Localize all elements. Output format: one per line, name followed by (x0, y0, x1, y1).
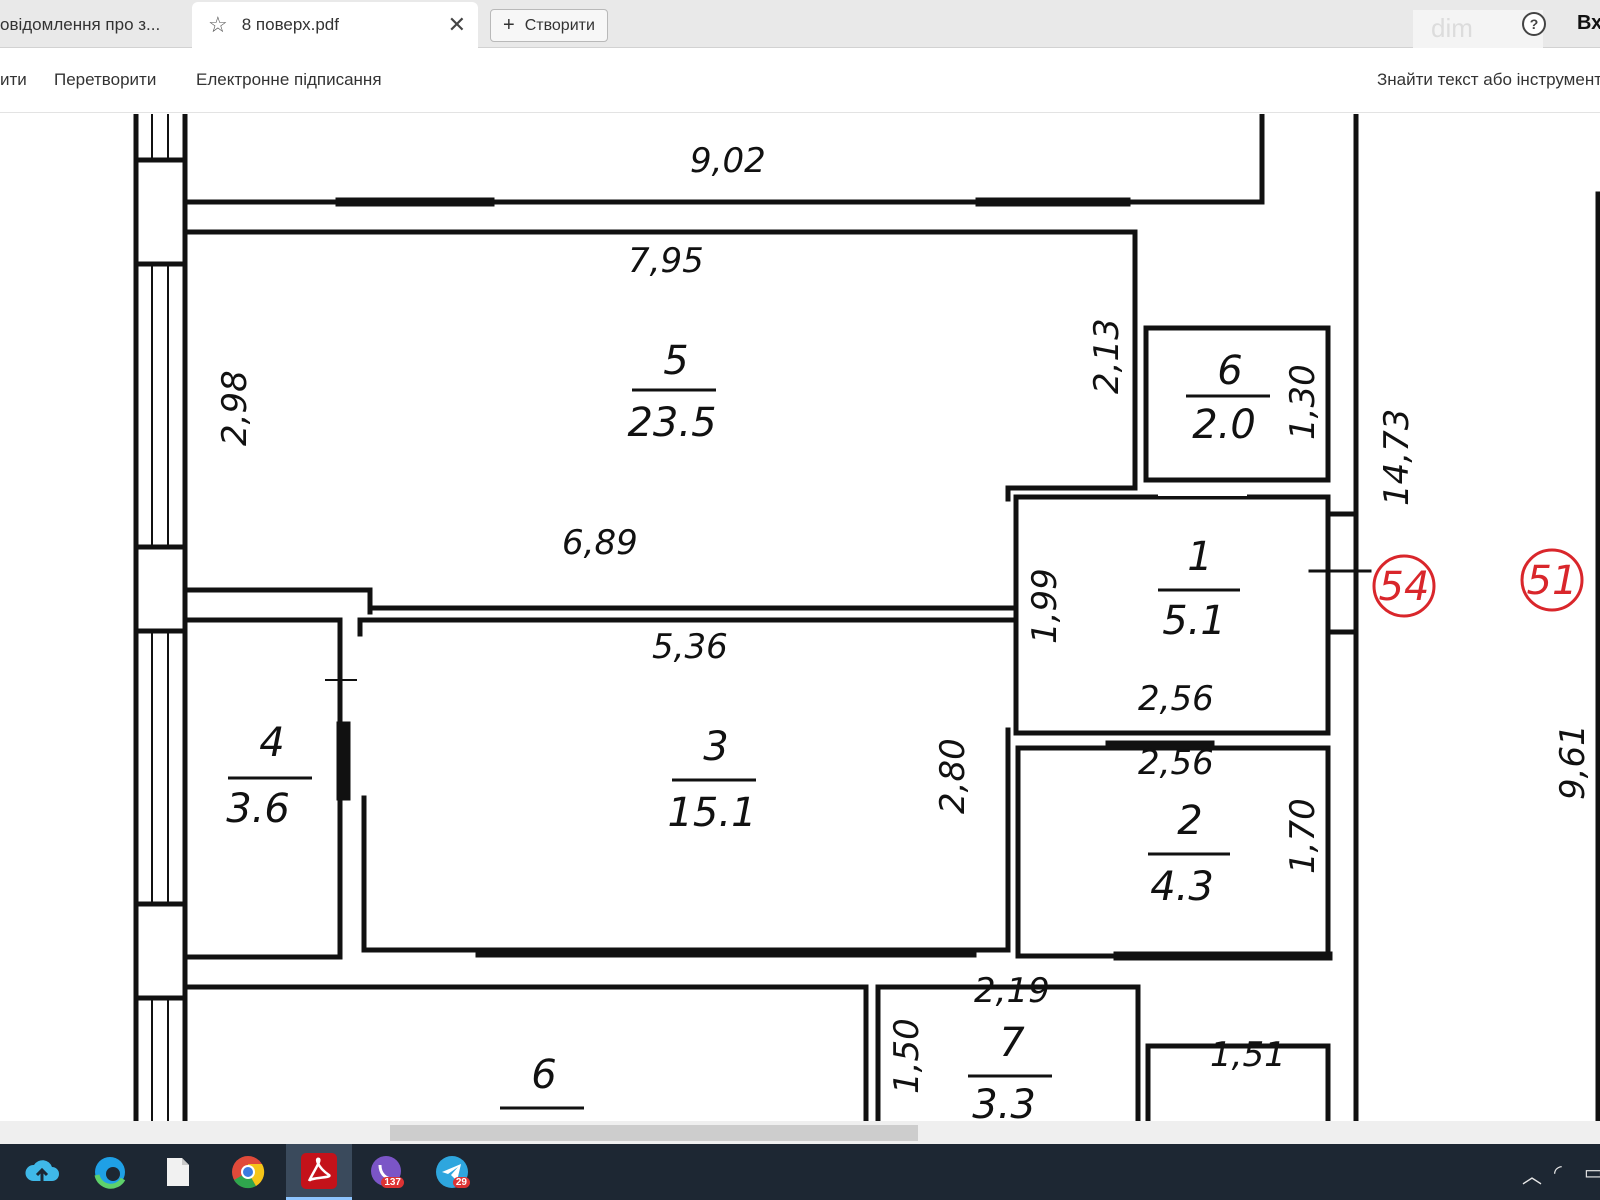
star-icon[interactable]: ☆ (208, 12, 228, 38)
chrome-icon[interactable] (228, 1152, 268, 1192)
keyboard-icon[interactable]: ▭ (1584, 1160, 1600, 1185)
room5-number: 5 (663, 338, 688, 384)
room6-number: 6 (1217, 348, 1242, 394)
signin-button[interactable]: Вх (1577, 12, 1600, 35)
toolbar-item-edit[interactable]: ити (0, 70, 27, 90)
telegram-icon[interactable]: 29 (432, 1152, 472, 1192)
room1-number: 1 (1187, 534, 1212, 580)
chevron-up-icon[interactable]: ︿ (1522, 1160, 1542, 1189)
edge-icon[interactable] (90, 1152, 130, 1192)
toolbar-item-esign[interactable]: Електронне підписання (196, 70, 382, 90)
room5-area: 23.5 (627, 400, 716, 446)
room1-area: 5.1 (1162, 598, 1226, 644)
room3-area: 15.1 (667, 790, 756, 836)
viber-badge: 137 (381, 1177, 404, 1188)
close-icon[interactable]: ✕ (448, 12, 466, 38)
dim-room5-right: 2,13 (1087, 318, 1127, 394)
dim-room3-right: 2,80 (933, 738, 973, 814)
floor-plan: 9,02 7,95 2,98 2,13 6,89 5,36 2,80 1,99 … (133, 114, 1600, 1121)
dim-room1-bottom: 2,56 (1138, 679, 1214, 719)
dim-room2-right: 1,70 (1283, 798, 1323, 874)
room7-number: 7 (999, 1020, 1025, 1066)
browser-tab-bar: овідомлення про з... ☆ 8 поверх.pdf ✕ + С… (0, 0, 1600, 48)
tab-label: овідомлення про з... (0, 15, 161, 34)
horizontal-scrollbar[interactable] (0, 1121, 1600, 1144)
room4-area: 3.6 (226, 786, 290, 832)
dim-room5-left: 2,98 (215, 370, 255, 446)
dim-corridor: 6,89 (562, 523, 638, 563)
dim-room7-left: 1,50 (887, 1018, 927, 1094)
apartment-marker-54-label: 54 (1379, 564, 1430, 610)
toolbar-item-convert[interactable]: Перетворити (54, 70, 156, 90)
scrollbar-thumb[interactable] (390, 1125, 918, 1141)
dim-room1-left: 1,99 (1025, 568, 1065, 644)
telegram-badge: 29 (452, 1177, 470, 1188)
dim-overall: 14,73 (1377, 409, 1417, 506)
dim-room2-top: 2,56 (1138, 743, 1214, 783)
file-icon[interactable] (158, 1152, 198, 1192)
room7-area: 3.3 (972, 1082, 1036, 1121)
dim-room6-right: 1,30 (1283, 364, 1323, 440)
tab-label: 8 поверх.pdf (241, 15, 339, 34)
room2-area: 4.3 (1150, 864, 1214, 910)
create-button[interactable]: + Створити (490, 9, 608, 42)
cloud-upload-icon[interactable] (22, 1152, 62, 1192)
dim-room7-top: 2,19 (974, 971, 1050, 1011)
viber-icon[interactable]: 137 (366, 1152, 406, 1192)
plus-icon: + (503, 14, 515, 36)
dim-room5-top: 7,95 (628, 241, 704, 281)
help-icon[interactable]: ? (1522, 12, 1546, 36)
dim-room3-top: 5,36 (652, 627, 728, 667)
room6b-number: 6 (531, 1052, 556, 1098)
pdf-toolbar: ити Перетворити Електронне підписання Зн… (0, 48, 1600, 113)
room2-number: 2 (1177, 798, 1202, 844)
tab-notification[interactable]: овідомлення про з... (0, 2, 192, 48)
wifi-icon[interactable]: ◜ (1554, 1160, 1562, 1185)
room6-area: 2.0 (1192, 402, 1256, 448)
room4-number: 4 (259, 720, 284, 766)
tab-pdf[interactable]: ☆ 8 поверх.pdf ✕ (192, 2, 478, 48)
dim-top-width: 9,02 (690, 141, 766, 181)
room3-number: 3 (703, 724, 728, 770)
dim-bottom-right: 1,51 (1210, 1035, 1286, 1075)
apartment-marker-51-label: 51 (1527, 558, 1578, 604)
tool-search[interactable]: Знайти текст або інструмент (1377, 70, 1600, 90)
dim-far-right: 9,61 (1553, 724, 1593, 800)
acrobat-icon[interactable] (286, 1144, 352, 1200)
taskbar: 137 29 ︿ ◜ ▭ (0, 1144, 1600, 1200)
